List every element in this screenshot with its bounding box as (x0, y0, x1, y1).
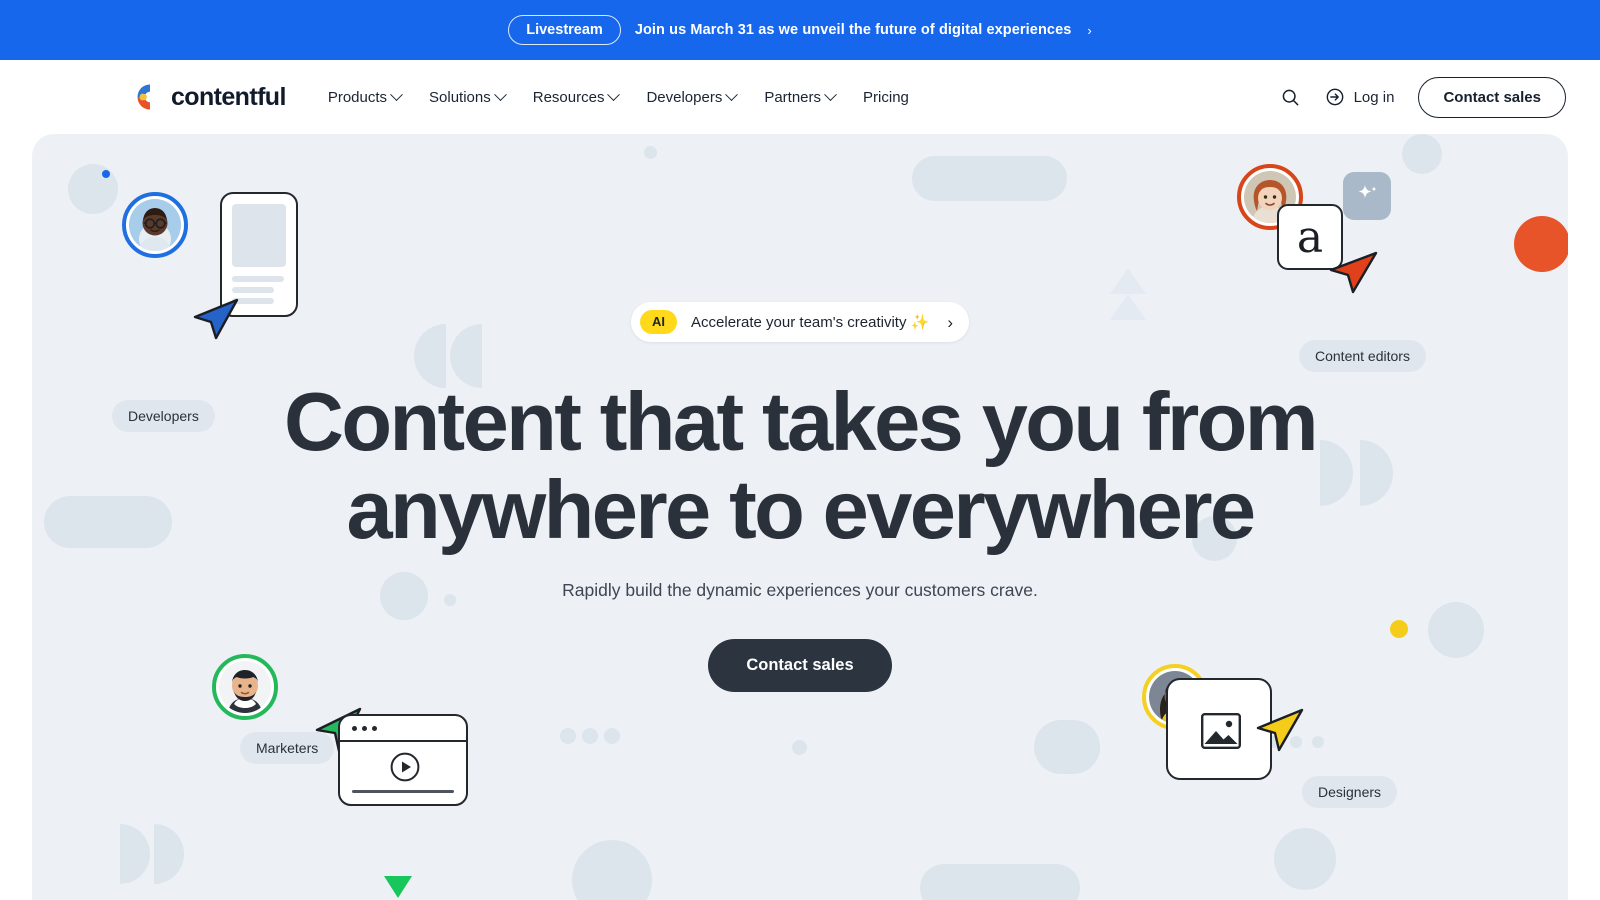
cursor-pointer-orange-icon (1329, 251, 1378, 294)
ai-promo-pill[interactable]: AI Accelerate your team's creativity ✨ › (631, 302, 969, 343)
nav-item-label: Products (327, 88, 388, 106)
contact-sales-nav-button[interactable]: Contact sales (1418, 76, 1566, 118)
ai-promo-text: Accelerate your team's creativity ✨ (691, 314, 930, 332)
deco-pill (912, 156, 1067, 201)
announcement-banner[interactable]: Livestream Join us March 31 as we unveil… (0, 0, 1600, 60)
text-placeholder (232, 287, 274, 293)
banner-tag: Livestream (508, 14, 621, 46)
nav-item-label: Partners (764, 88, 822, 106)
deco-dot (560, 728, 576, 744)
chevron-down-icon (607, 87, 621, 101)
nav-item-label: Pricing (863, 88, 909, 106)
login-arrow-icon (1326, 88, 1343, 106)
cursor-pointer-yellow-icon (1256, 708, 1304, 752)
login-button[interactable]: Log in (1325, 87, 1395, 107)
deco-triangle (1110, 268, 1146, 294)
deco-green-shape (384, 876, 412, 898)
deco-circle-orange (1514, 216, 1568, 272)
chevron-down-icon (493, 87, 507, 101)
avatar-image (129, 199, 181, 251)
contact-sales-hero-button[interactable]: Contact sales (708, 639, 892, 693)
window-dot (362, 725, 367, 731)
nav-item-label: Solutions (429, 88, 491, 106)
deco-dot-blue (102, 170, 110, 178)
search-button[interactable] (1280, 87, 1301, 108)
ai-sparkle-tile (1343, 172, 1391, 220)
nav-item-label: Resources (532, 88, 605, 106)
main-navigation: contentful Products Solutions Resources … (0, 60, 1600, 134)
chevron-down-icon (725, 87, 739, 101)
deco-pill (920, 864, 1080, 900)
nav-item-solutions[interactable]: Solutions (429, 87, 507, 106)
nav-item-developers[interactable]: Developers (646, 87, 739, 106)
brand-name: contentful (171, 82, 286, 111)
hero-title-line-2: anywhere to everywhere (346, 463, 1257, 557)
deco-circle (68, 164, 118, 214)
banner-chevron-icon: › (1087, 22, 1092, 38)
hero-content: AI Accelerate your team's creativity ✨ ›… (32, 302, 1568, 693)
video-browser-card (338, 714, 468, 806)
search-icon (1282, 89, 1298, 105)
deco-dot (604, 728, 620, 744)
nav-item-pricing[interactable]: Pricing (863, 89, 909, 106)
hero-section: Developers a Content editors Marketers D… (32, 134, 1568, 900)
nav-actions: Log in Contact sales (1280, 76, 1566, 118)
chevron-down-icon (824, 87, 837, 101)
banner-message: Join us March 31 as we unveil the future… (634, 22, 1072, 38)
nav-links: Products Solutions Resources Developers … (327, 87, 909, 106)
logo-link[interactable]: contentful (136, 83, 286, 112)
image-placeholder-icon (1201, 713, 1241, 749)
deco-dot (582, 728, 598, 744)
persona-designers: Designers (1142, 664, 1442, 854)
nav-item-resources[interactable]: Resources (532, 87, 621, 106)
deco-half-circle (120, 824, 150, 884)
window-dot (372, 725, 377, 731)
chevron-down-icon (390, 87, 403, 101)
image-placeholder (232, 204, 286, 267)
play-button-icon[interactable] (390, 752, 420, 782)
progress-bar (352, 790, 454, 793)
nav-item-products[interactable]: Products (327, 87, 403, 106)
nav-item-partners[interactable]: Partners (764, 87, 837, 106)
login-label: Log in (1353, 88, 1395, 106)
deco-circle (572, 840, 652, 900)
browser-titlebar (340, 716, 466, 742)
ai-badge: AI (640, 310, 678, 335)
contentful-logo-icon (137, 84, 150, 110)
deco-pill (1034, 720, 1100, 774)
deco-dot (644, 146, 657, 159)
nav-item-label: Developers (646, 88, 723, 106)
ai-chevron-icon: › (947, 312, 953, 332)
sparkle-icon (1358, 185, 1377, 198)
persona-label-designers: Designers (1302, 776, 1398, 808)
page-title: Content that takes you from anywhere to … (32, 378, 1568, 554)
deco-half-circle (154, 824, 184, 884)
text-placeholder (232, 276, 284, 282)
hero-title-line-1: Content that takes you from (284, 375, 1319, 469)
hero-subtitle: Rapidly build the dynamic experiences yo… (562, 580, 1038, 601)
deco-dot (792, 740, 807, 755)
avatar-developers (122, 192, 188, 258)
window-dot (352, 725, 357, 731)
